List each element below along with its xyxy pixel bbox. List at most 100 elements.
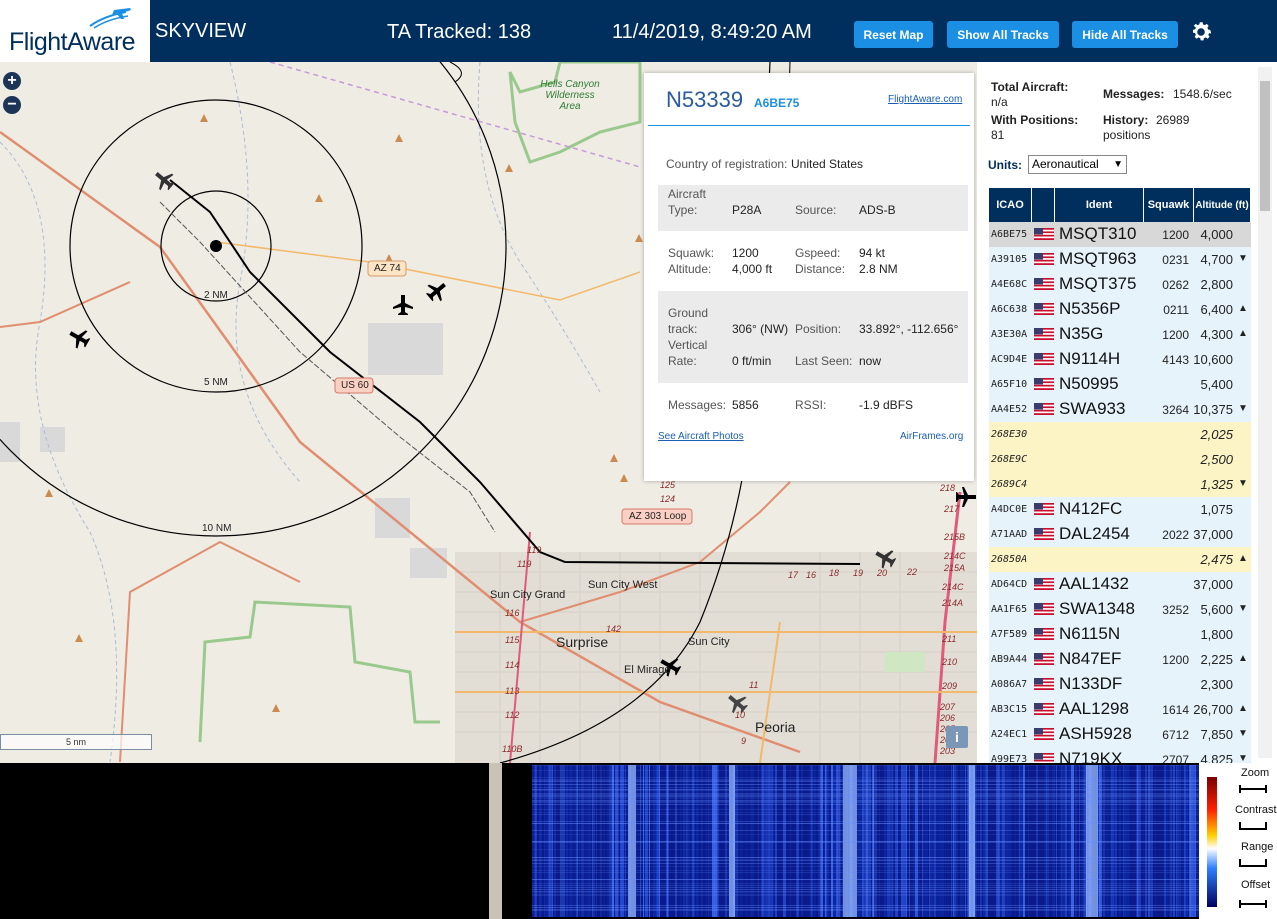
flightaware-logo[interactable]: FlightAware [0,0,150,62]
us-flag-icon [1034,278,1054,290]
popup-registration: N53339 [666,87,744,112]
altitude-trend-icon: ▼ [1238,603,1248,614]
row-ident: N9114H [1059,349,1121,368]
aircraft-row[interactable]: AB3C15 AAL1298 1614 26,700 ▲ [989,697,1251,722]
show-all-tracks-button[interactable]: Show All Tracks [947,21,1059,48]
label-az74: AZ 74 [374,263,401,274]
ring-label-2nm: 2 NM [204,290,228,301]
col-flag[interactable] [1032,188,1055,222]
history-label: History: [1103,113,1149,127]
row-icao: 268E30 [991,429,1028,440]
exit-number: 115 [505,635,520,645]
col-icao[interactable]: ICAO [989,188,1032,222]
popup-hex: A6BE75 [754,96,800,110]
contrast-slider[interactable] [1239,821,1267,831]
aircraft-row[interactable]: AC9D4E N9114H 4143 10,600 [989,347,1251,372]
aircraft-row[interactable]: A65F10 N50995 5,400 [989,372,1251,397]
us-flag-icon [1034,678,1054,690]
row-icao: 268E9C [991,454,1028,465]
altitude-trend-icon: ▲ [1238,303,1248,314]
zoom-label: Zoom [1241,767,1270,779]
us-flag-icon [1034,228,1054,240]
scrollbar-thumb[interactable] [1260,81,1270,211]
aircraft-row[interactable]: A7F589 N6115N 1,800 [989,622,1251,647]
waterfall-display[interactable] [532,765,1199,917]
row-icao: 26850A [991,554,1028,565]
ring-label-10nm: 10 NM [202,523,232,534]
row-ident: SWA933 [1059,399,1126,418]
reset-map-button[interactable]: Reset Map [854,21,933,48]
dropdown-arrow-icon: ▼ [1113,159,1123,170]
aircraft-row[interactable]: A3E30A N35G 1200 4,300 ▲ [989,322,1251,347]
aircraft-row[interactable]: A6C638 N5356P 0211 6,400 ▲ [989,297,1251,322]
type-value: P28A [732,203,762,217]
aircraft-row[interactable]: A24EC1 ASH5928 6712 7,850 ▼ [989,722,1251,747]
aircraft-row[interactable]: A4E68C MSQT375 0262 2,800 [989,272,1251,297]
row-ident: N133DF [1059,674,1123,693]
country-value: United States [791,157,864,171]
exit-number: 142 [606,624,622,634]
col-ident[interactable]: Ident [1055,188,1144,222]
row-altitude: 4,000 [1200,227,1233,242]
aircraft-row[interactable]: AA4E52 SWA933 3264 10,375 ▼ [989,397,1251,422]
rssi-label: RSSI: [795,398,827,412]
aircraft-row[interactable]: 26850A 2,475 ▲ [989,547,1251,572]
logo-plane-icon [89,8,131,29]
spectrum-divider[interactable] [489,763,502,919]
aircraft-row[interactable]: 2689C4 1,325 ▼ [989,472,1251,497]
map-info-button[interactable]: i [946,726,968,748]
range-slider[interactable] [1239,858,1267,868]
offset-slider[interactable] [1239,899,1267,909]
spectrum-controls: Zoom Contrast Range Offset [1199,763,1277,919]
aircraft-row[interactable]: A6BE75 MSQT310 1200 4,000 [989,222,1251,247]
exit-number: 215B [944,532,966,542]
row-squawk: 1200 [1162,328,1189,342]
us-flag-icon [1034,253,1054,265]
row-altitude: 6,400 [1200,302,1233,317]
us-flag-icon [1034,328,1054,340]
airframes-link[interactable]: AirFrames.org [900,431,963,442]
gspeed-value: 94 kt [859,246,886,260]
row-altitude: 1,325 [1200,477,1233,492]
panel-scrollbar[interactable] [1258,67,1272,758]
aircraft-row[interactable]: A4DC0E N412FC 1,075 [989,497,1251,522]
aircraft-row[interactable]: 268E9C 2,500 [989,447,1251,472]
label-surprise: Surprise [556,634,609,650]
zoom-out-button[interactable]: − [3,96,21,114]
flightaware-link[interactable]: FlightAware.com [888,94,962,105]
spectrum-margin [502,763,532,919]
altitude-trend-icon: ▼ [1238,403,1248,414]
row-ident: N5356P [1059,299,1121,318]
altitude-trend-icon: ▲ [1238,553,1248,564]
aircraft-row[interactable]: AB9A44 N847EF 1200 2,225 ▲ [989,647,1251,672]
exit-number: 206 [940,713,956,723]
aircraft-photos-link[interactable]: See Aircraft Photos [658,431,744,442]
col-altitude[interactable]: Altitude (ft) [1194,188,1251,222]
zoom-slider[interactable] [1239,784,1267,794]
col-squawk[interactable]: Squawk [1144,188,1194,222]
row-ident: AAL1432 [1059,574,1129,593]
aircraft-row[interactable]: A71AAD DAL2454 2022 37,000 [989,522,1251,547]
aircraft-row[interactable]: A086A7 N133DF 2,300 [989,672,1251,697]
history-unit: positions [1103,128,1151,142]
units-select[interactable]: Aeronautical ▼ [1028,155,1127,174]
row-ident: SWA1348 [1059,599,1135,618]
aircraft-row[interactable]: A39105 MSQT963 0231 4,700 ▼ [989,247,1251,272]
aircraft-row[interactable]: AD64CD AAL1432 37,000 [989,572,1251,597]
zoom-in-button[interactable]: + [3,72,21,90]
hide-all-tracks-button[interactable]: Hide All Tracks [1072,21,1178,48]
row-icao: A24EC1 [991,729,1028,740]
exit-number: 22 [907,567,918,577]
logo-text: FlightAware [9,28,136,56]
aircraft-row[interactable]: 268E30 2,025 [989,422,1251,447]
aircraft-row[interactable]: AA1F65 SWA1348 3252 5,600 ▼ [989,597,1251,622]
row-squawk: 1614 [1162,703,1189,717]
gear-icon[interactable] [1188,19,1214,45]
position-label: Position: [795,322,842,336]
exit-number: 218 [940,483,956,493]
squawk-value: 1200 [732,246,759,260]
app-title: SKYVIEW [155,20,247,42]
lastseen-value: now [859,354,882,368]
us-flag-icon [1034,753,1054,763]
aircraft-row[interactable]: A99E73 N719KX 2707 4,825 ▼ [989,747,1251,763]
